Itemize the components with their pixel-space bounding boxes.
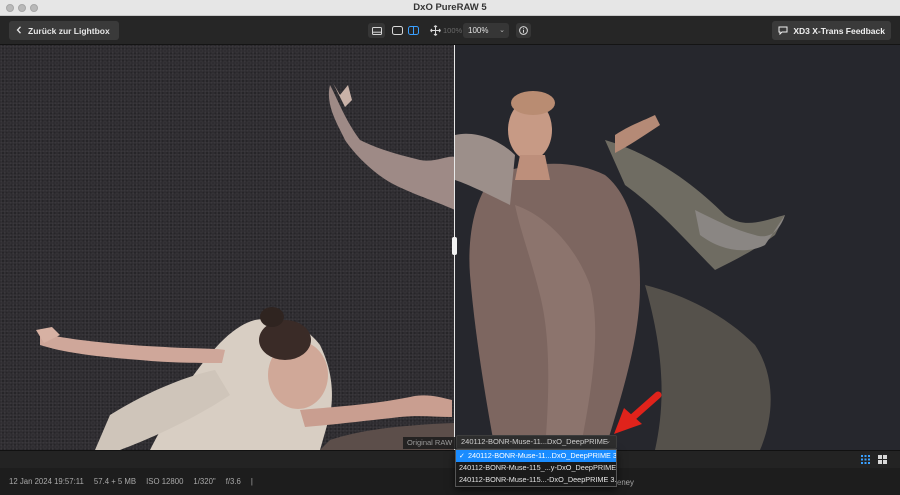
original-raw-label: Original RAW (403, 437, 457, 449)
split-divider-handle[interactable] (452, 237, 457, 255)
split-view-button[interactable] (407, 23, 420, 38)
filmstrip-toggle-button[interactable] (368, 23, 385, 38)
file-size: 57.4 + 5 MB (93, 477, 137, 486)
info-button[interactable] (516, 23, 531, 38)
status-bar: 12 Jan 2024 19:57:11 57.4 + 5 MB ISO 128… (0, 468, 900, 495)
split-view-icon (408, 26, 419, 35)
chevron-down-icon: ⌄ (499, 27, 505, 34)
dropdown-option-label: 240112-BONR-Muse-11...DxO_DeepPRIME 3.jp… (468, 451, 616, 460)
status-separator: | (250, 477, 253, 486)
single-view-icon (392, 26, 403, 35)
zoom-select[interactable]: 100% ⌄ (463, 23, 509, 38)
move-icon (430, 25, 441, 36)
annotation-arrow-icon (614, 391, 662, 434)
dropdown-option-label: 240112-BONR-Muse-115_...y-DxO_DeepPRIME … (459, 463, 616, 472)
speech-bubble-icon (778, 26, 788, 35)
status-camera-tail: eney (617, 478, 634, 487)
window-titlebar: DxO PureRAW 5 (0, 0, 900, 16)
chevron-left-icon (16, 25, 22, 36)
single-view-button[interactable] (391, 23, 404, 38)
output-version-select[interactable]: 240112-BONR-Muse-11...DxO_DeepPRIME 3.jp… (456, 435, 617, 458)
original-raw-pane (0, 45, 455, 450)
grid-view-icon[interactable] (861, 455, 870, 464)
back-button-label: Zurück zur Lightbox (28, 25, 110, 36)
feedback-button-label: XD3 X-Trans Feedback (793, 25, 885, 36)
feedback-button[interactable]: XD3 X-Trans Feedback (772, 21, 891, 40)
filmstrip-header (0, 450, 900, 468)
deepprime-pane (455, 45, 900, 450)
capture-date: 12 Jan 2024 19:57:11 (9, 477, 84, 486)
iso-value: ISO 12800 (146, 477, 184, 486)
aperture-value: f/3.6 (225, 477, 241, 486)
move-tool-button[interactable] (429, 23, 442, 38)
dancer-photo-original (36, 83, 455, 450)
zoom-fit-label[interactable]: 100% (443, 26, 462, 35)
dropdown-option-dng[interactable]: 240112-BONR-Muse-115...-DxO_DeepPRIME 3.… (456, 474, 616, 486)
toolbar: Zurück zur Lightbox 100% 100% ⌄ XD3 X-Tr… (0, 16, 900, 45)
output-version-dropdown: ✓ 240112-BONR-Muse-11...DxO_DeepPRIME 3.j… (455, 449, 617, 487)
image-viewer[interactable] (0, 45, 900, 450)
dancer-photo-processed (455, 91, 785, 450)
tile-view-icon[interactable] (878, 455, 887, 464)
back-to-lightbox-button[interactable]: Zurück zur Lightbox (9, 21, 119, 40)
zoom-value: 100% (468, 26, 489, 35)
dropdown-option-jpg[interactable]: ✓ 240112-BONR-Muse-11...DxO_DeepPRIME 3.j… (456, 450, 616, 462)
checkmark-icon: ✓ (459, 453, 465, 460)
shutter-speed: 1/320" (193, 477, 216, 486)
dropdown-option-label: 240112-BONR-Muse-115...-DxO_DeepPRIME 3.… (459, 475, 616, 484)
info-icon (519, 26, 528, 35)
dropdown-option-tif[interactable]: 240112-BONR-Muse-115_...y-DxO_DeepPRIME … (456, 462, 616, 474)
window-title: DxO PureRAW 5 (413, 2, 487, 13)
filmstrip-icon (371, 26, 382, 35)
